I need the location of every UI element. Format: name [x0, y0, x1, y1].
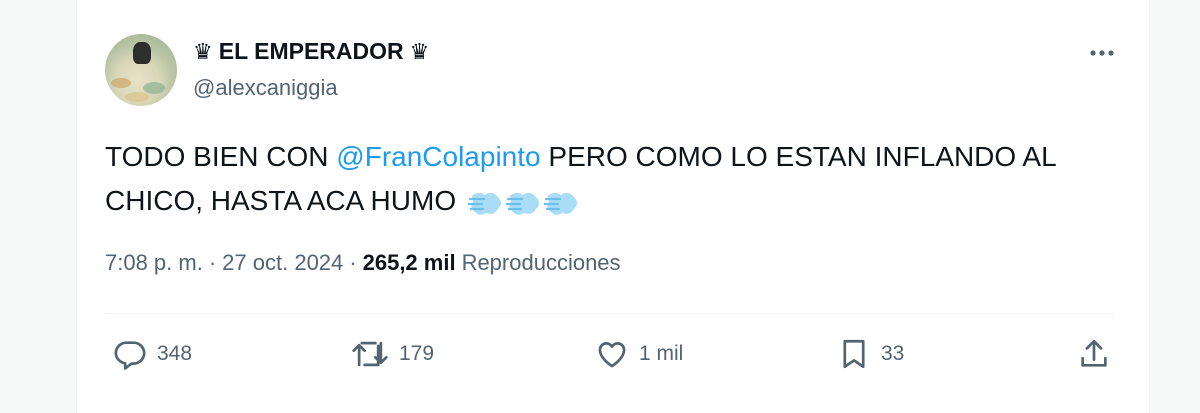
tweet-date[interactable]: 27 oct. 2024 [222, 250, 343, 276]
crown-icon: ♛ [409, 38, 430, 64]
meta-separator: · [349, 250, 357, 275]
avatar[interactable] [105, 34, 177, 106]
reply-count: 348 [157, 342, 193, 365]
reply-button[interactable]: 348 [113, 336, 192, 372]
views-count: 265,2 mil [362, 250, 456, 275]
more-dots-icon [1090, 50, 1114, 56]
heart-icon [598, 342, 626, 368]
like-count: 1 mil [639, 342, 684, 365]
crown-icon: ♛ [193, 38, 213, 64]
reply-bubble-icon [114, 341, 146, 370]
repost-button[interactable]: 179 [351, 336, 434, 372]
repost-count: 179 [399, 342, 435, 365]
mention-link[interactable]: @FranColapinto [336, 141, 540, 172]
share-icon [1081, 339, 1107, 367]
tweet-text-before: TODO BIEN CON [105, 141, 337, 172]
tweet-meta: 7:08 p. m. · 27 oct. 2024 · 265,2 mil Re… [105, 250, 621, 276]
bookmark-count: 33 [881, 342, 905, 365]
dashing-away-emoji-group [467, 187, 580, 219]
dashing-away-emoji [467, 192, 501, 215]
tweet-time[interactable]: 7:08 p. m. [105, 250, 203, 276]
dashing-away-emoji [505, 192, 539, 215]
author-name[interactable]: ♛ EL EMPERADOR ♛ [193, 38, 429, 65]
tweet-card: ♛ EL EMPERADOR ♛ @alexcaniggia TODO BIEN… [76, 0, 1150, 413]
bookmark-icon [843, 339, 865, 369]
share-button[interactable] [1077, 336, 1111, 372]
meta-separator: · [208, 250, 217, 275]
bookmark-button[interactable]: 33 [837, 336, 904, 372]
views-label: Reproducciones [461, 250, 621, 275]
like-button[interactable]: 1 mil [595, 336, 683, 372]
more-options-button[interactable] [1087, 38, 1117, 68]
repost-icon [352, 341, 388, 367]
tweet-text: TODO BIEN CON @FranColapinto PERO COMO L… [105, 135, 1115, 223]
display-name: EL EMPERADOR [218, 38, 404, 64]
author-handle[interactable]: @alexcaniggia [193, 75, 338, 101]
divider [105, 313, 1115, 314]
dashing-away-emoji [543, 192, 577, 215]
